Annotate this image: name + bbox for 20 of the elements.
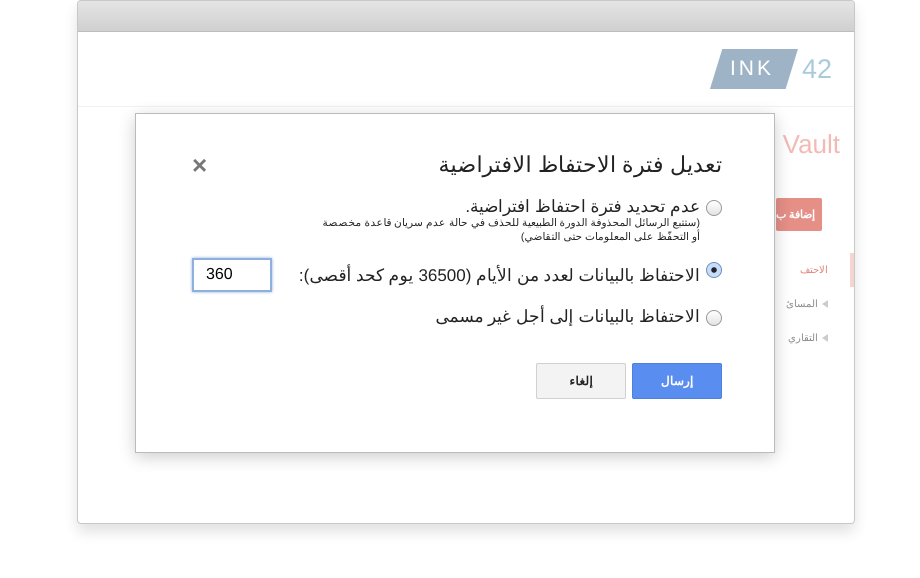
option-label: الاحتفاظ بالبيانات إلى أجل غير مسمى [435,306,700,328]
logo-badge: INK [710,49,798,89]
option-label: عدم تحديد فترة احتفاظ افتراضية. [464,196,700,217]
page-title: Vault [782,128,841,161]
radio-button[interactable] [706,200,722,216]
sidebar-item[interactable]: التقاري [776,321,854,355]
dialog-title: تعديل فترة الاحتفاظ الافتراضية [438,152,722,178]
close-button[interactable]: × [192,152,208,178]
submit-button[interactable]: إرسال [632,363,722,400]
option-note: (ستتبع الرسائل المحذوفة الدورة الطبيعية للحذف في حالة عدم سريان قاعدة مخصصة أو التحفّظ على المعلومات حتى التقاضي) [321,217,700,244]
cancel-button[interactable]: إلغاء [536,363,626,400]
option-label: الاحتفاظ بالبيانات لعدد من الأيام (36500 يوم كحد أقصى): [298,264,700,286]
days-input[interactable]: 360 [192,258,272,292]
sidebar-item[interactable]: المسائ [776,287,854,321]
add-button[interactable]: إضافة ب [776,198,822,231]
caret-icon [822,300,828,308]
radio-button[interactable] [706,310,722,326]
caret-icon [822,334,828,342]
radio-button[interactable] [706,262,722,278]
logo-number: 42 [802,54,832,84]
